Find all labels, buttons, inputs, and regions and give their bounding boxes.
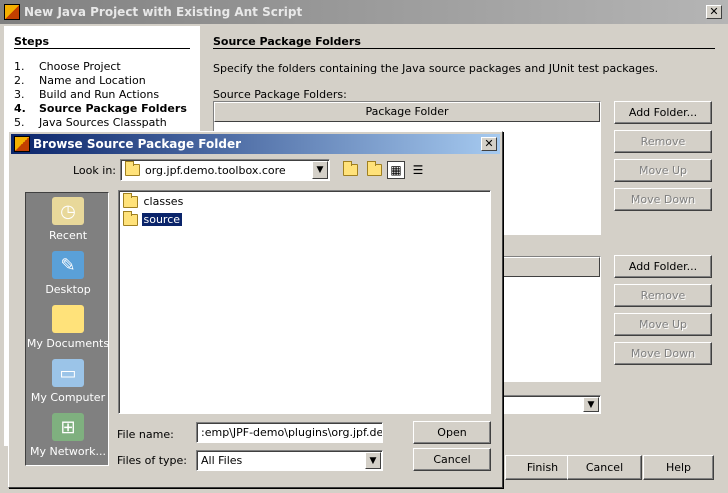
step-item: 3. Build and Run Actions <box>14 88 160 101</box>
chevron-down-icon[interactable]: ▼ <box>365 452 381 469</box>
wizard-title-bar[interactable]: New Java Project with Existing Ant Scrip… <box>0 0 728 24</box>
list-view-icon[interactable]: ▦ <box>387 161 405 179</box>
step-item: 5. Java Sources Classpath <box>14 116 167 129</box>
help-button[interactable]: Help <box>643 455 714 480</box>
my-computer-icon: ▭ <box>52 359 84 387</box>
move-up-source-button[interactable]: Move Up <box>614 159 712 182</box>
my-documents-icon <box>52 305 84 333</box>
browse-folder-dialog: Browse Source Package Folder ✕ Look in: … <box>8 131 503 488</box>
close-icon[interactable]: ✕ <box>706 5 722 19</box>
move-down-test-button[interactable]: Move Down <box>614 342 712 365</box>
chevron-down-icon[interactable]: ▼ <box>583 397 599 412</box>
add-test-folder-button[interactable]: Add Folder... <box>614 255 712 278</box>
file-item-source[interactable]: source <box>123 211 184 226</box>
folder-icon <box>123 211 138 226</box>
folder-icon <box>125 161 140 176</box>
dialog-cancel-button[interactable]: Cancel <box>413 448 491 471</box>
places-my-documents[interactable]: My Documents <box>26 305 110 350</box>
source-level-combo[interactable]: ▼ <box>490 395 601 414</box>
steps-title: Steps <box>14 35 50 48</box>
places-desktop[interactable]: ✎ Desktop <box>26 251 110 296</box>
panel-title: Source Package Folders <box>213 35 361 48</box>
dialog-title-bar[interactable]: Browse Source Package Folder ✕ <box>11 134 500 154</box>
new-folder-icon[interactable] <box>365 161 383 179</box>
package-folder-column-header[interactable]: Package Folder <box>214 102 600 122</box>
source-folders-label: Source Package Folders: <box>213 88 347 101</box>
places-my-network[interactable]: ⊞ My Network... <box>26 413 110 458</box>
panel-description: Specify the folders containing the Java … <box>213 62 659 75</box>
cancel-button[interactable]: Cancel <box>567 455 642 480</box>
open-button[interactable]: Open <box>413 421 491 444</box>
details-view-icon[interactable]: ☰ <box>409 161 427 179</box>
step-item: 2. Name and Location <box>14 74 146 87</box>
remove-test-folder-button[interactable]: Remove <box>614 284 712 307</box>
steps-divider <box>14 48 190 49</box>
up-one-level-icon[interactable] <box>341 161 359 179</box>
look-in-combo[interactable]: org.jpf.demo.toolbox.core ▼ <box>120 159 330 181</box>
add-source-folder-button[interactable]: Add Folder... <box>614 101 712 124</box>
file-name-label: File name: <box>117 428 174 441</box>
step-item: 1. Choose Project <box>14 60 121 73</box>
remove-source-folder-button[interactable]: Remove <box>614 130 712 153</box>
app-icon <box>14 136 30 152</box>
desktop-icon: ✎ <box>52 251 84 279</box>
places-my-computer[interactable]: ▭ My Computer <box>26 359 110 404</box>
close-icon[interactable]: ✕ <box>481 137 497 151</box>
file-item-classes[interactable]: classes <box>123 193 187 208</box>
places-recent[interactable]: ◷ Recent <box>26 197 110 242</box>
move-up-test-button[interactable]: Move Up <box>614 313 712 336</box>
panel-divider <box>213 48 715 49</box>
dialog-title: Browse Source Package Folder <box>33 137 242 151</box>
look-in-label: Look in: <box>73 164 116 177</box>
step-item-current: 4. Source Package Folders <box>14 102 187 115</box>
recent-icon: ◷ <box>52 197 84 225</box>
file-name-input[interactable]: :emp\JPF-demo\plugins\org.jpf.demo. <box>196 422 383 443</box>
move-down-source-button[interactable]: Move Down <box>614 188 712 211</box>
look-in-value: org.jpf.demo.toolbox.core <box>145 163 286 177</box>
wizard-title: New Java Project with Existing Ant Scrip… <box>24 5 303 19</box>
files-of-type-label: Files of type: <box>117 454 188 467</box>
app-icon <box>4 4 20 20</box>
chevron-down-icon[interactable]: ▼ <box>312 161 328 179</box>
my-network-icon: ⊞ <box>52 413 84 441</box>
file-list[interactable]: classes source <box>118 190 491 414</box>
files-of-type-combo[interactable]: All Files ▼ <box>196 450 383 471</box>
folder-icon <box>123 193 138 208</box>
places-bar: ◷ Recent ✎ Desktop My Documents ▭ My Com… <box>25 192 109 466</box>
